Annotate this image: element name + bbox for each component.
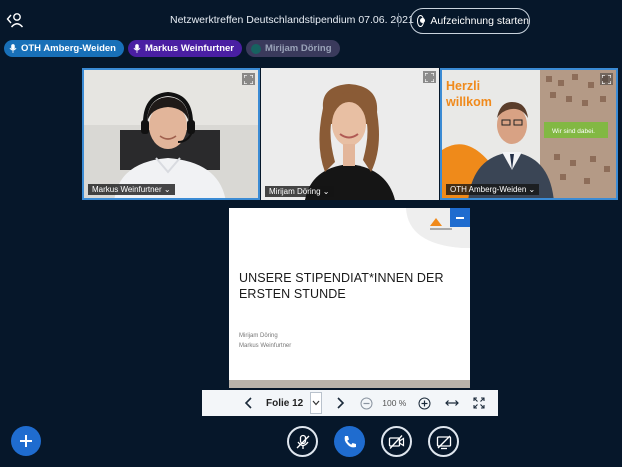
current-slide-label: Folie 12	[266, 397, 304, 409]
camera-off-icon	[388, 434, 405, 449]
zoom-level: 100 %	[382, 398, 407, 408]
webcam-image	[261, 68, 439, 200]
fullscreen-icon[interactable]	[600, 73, 613, 85]
actions-button[interactable]	[11, 426, 41, 456]
record-button-label: Aufzeichnung starten	[430, 15, 529, 27]
video-name-label[interactable]: OTH Amberg-Weiden ⌄	[446, 184, 540, 195]
chevron-left-icon	[244, 397, 252, 409]
slide-footer-bar	[229, 380, 470, 388]
share-screen-button[interactable]	[428, 426, 459, 457]
zoom-out-button[interactable]	[358, 397, 374, 410]
previous-slide-button[interactable]	[240, 396, 258, 410]
talker-name: Markus Weinfurtner	[144, 43, 234, 54]
zoom-in-icon	[418, 397, 431, 409]
slide-select-dropdown[interactable]	[310, 392, 323, 414]
video-name-label[interactable]: Mirijam Döring ⌄	[265, 186, 334, 197]
video-tile-mirijam-doering[interactable]: Mirijam Döring ⌄	[261, 68, 439, 200]
unmute-microphone-button[interactable]	[287, 426, 318, 457]
top-bar: Netzwerktreffen Deutschlandstipendium 07…	[0, 0, 622, 40]
record-icon	[417, 15, 426, 27]
fullscreen-presentation-button[interactable]	[471, 397, 487, 409]
talking-indicator-markus-weinfurtner[interactable]: Markus Weinfurtner	[128, 40, 242, 57]
phone-icon	[344, 435, 356, 447]
presentation-toolbar: Folie 12 100 %	[202, 390, 498, 416]
slide-title-line-2: ERSTEN STUNDE	[239, 287, 346, 301]
zoom-out-icon	[360, 397, 373, 409]
meeting-title: Netzwerktreffen Deutschlandstipendium 07…	[170, 14, 414, 26]
fullscreen-icon[interactable]	[423, 71, 436, 83]
slide-title-line-1: UNSERE STIPENDIAT*INNEN DER	[239, 271, 444, 285]
zoom-in-button[interactable]	[416, 397, 432, 410]
video-name-label[interactable]: Markus Weinfurtner ⌄	[88, 184, 175, 195]
chevron-down-icon	[312, 400, 320, 406]
fullscreen-icon	[473, 397, 485, 409]
welcome-text-line-2: willkom	[445, 95, 492, 109]
chevron-right-icon	[337, 397, 345, 409]
leave-audio-button[interactable]	[334, 426, 365, 457]
welcome-text-line-1: Herzli	[446, 79, 480, 93]
presentation-slide: UNSERE STIPENDIAT*INNEN DER ERSTEN STUND…	[229, 208, 470, 388]
plus-icon	[20, 435, 32, 447]
webcam-image	[84, 70, 258, 198]
microphone-icon	[9, 44, 17, 53]
fit-to-width-button[interactable]	[444, 398, 460, 408]
header-divider	[398, 13, 399, 27]
start-recording-button[interactable]: Aufzeichnung starten	[410, 8, 530, 34]
share-webcam-button[interactable]	[381, 426, 412, 457]
slide-presenter-2: Markus Weinfurtner	[239, 343, 292, 349]
webcam-image: Wir sind dabei. Herzli willkom	[442, 70, 616, 198]
slide-title: UNSERE STIPENDIAT*INNEN DER ERSTEN STUND…	[239, 270, 459, 302]
slide-presenter-1: Mirijam Döring	[239, 333, 278, 339]
fit-width-icon	[445, 400, 460, 406]
video-tile-markus-weinfurtner[interactable]: Markus Weinfurtner ⌄	[82, 68, 260, 200]
minimize-presentation-button[interactable]	[450, 208, 470, 227]
talker-name: OTH Amberg-Weiden	[20, 43, 116, 54]
banner-text: Wir sind dabei.	[552, 128, 595, 135]
next-slide-button[interactable]	[331, 396, 349, 410]
talking-indicator-oth-amberg-weiden[interactable]: OTH Amberg-Weiden	[4, 40, 124, 57]
video-tile-oth-amberg-weiden[interactable]: Wir sind dabei. Herzli willkom OTH Amber…	[440, 68, 618, 200]
user-list-toggle-icon[interactable]	[6, 11, 24, 29]
user-avatar-dot	[251, 43, 261, 54]
fullscreen-icon[interactable]	[242, 73, 255, 85]
talking-indicator-mirijam-doering[interactable]: Mirijam Döring	[246, 40, 340, 57]
microphone-off-icon	[296, 434, 309, 449]
screen-share-off-icon	[436, 435, 451, 449]
talker-name: Mirijam Döring	[265, 43, 332, 54]
microphone-icon	[133, 44, 141, 53]
